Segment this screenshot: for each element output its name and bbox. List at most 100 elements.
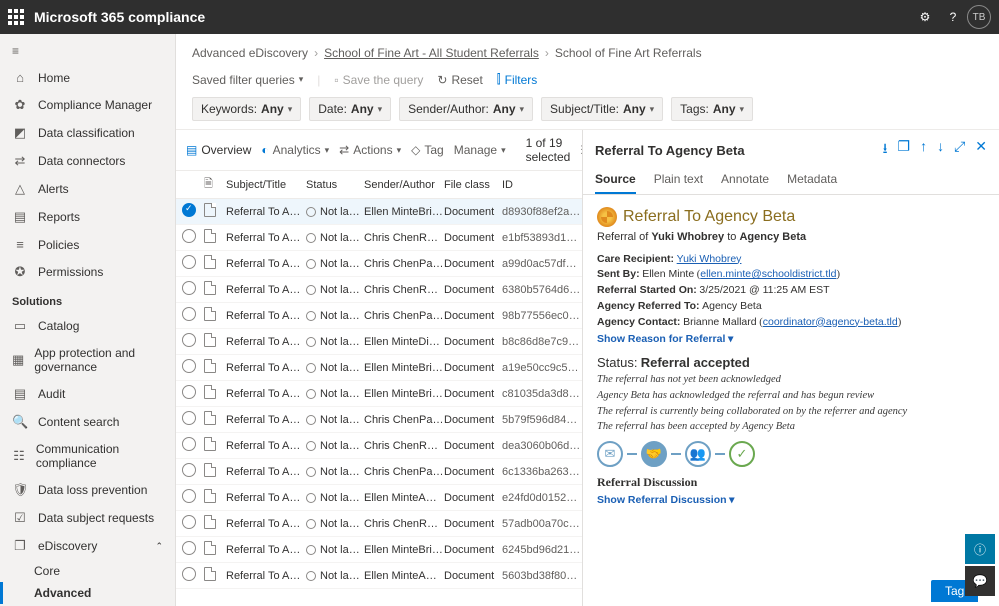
sidebar-item[interactable]: ✪Permissions [0, 258, 175, 286]
column-author[interactable]: Sender/Author [364, 179, 444, 191]
breadcrumb-root[interactable]: Advanced eDiscovery [192, 46, 308, 60]
sidebar-subitem[interactable]: Advanced [0, 582, 175, 604]
column-status[interactable]: Status [306, 179, 364, 191]
table-row[interactable]: Referral To Agency … Not labeled Chris C… [176, 459, 582, 485]
column-subject[interactable]: Subject/Title [226, 179, 306, 191]
document-icon [204, 567, 216, 581]
analytics-dropdown[interactable]: ◐Analytics▾ [261, 143, 329, 157]
info-fab-icon[interactable]: ⓘ [965, 534, 995, 564]
sidebar-item[interactable]: 🛡Data loss prevention [0, 476, 175, 504]
breadcrumb-case[interactable]: School of Fine Art - All Student Referra… [324, 46, 539, 60]
table-row[interactable]: Referral To Agency … Not labeled Ellen M… [176, 355, 582, 381]
settings-icon[interactable]: ⚙ [911, 3, 939, 31]
preview-tab[interactable]: Annotate [721, 166, 769, 194]
tag-button[interactable]: ◇Tag [411, 143, 444, 157]
sidebar-item[interactable]: ⌂Home [0, 64, 175, 91]
filter-pill[interactable]: Keywords: Any ▾ [192, 97, 301, 121]
row-checkbox[interactable] [182, 489, 196, 503]
cell-class: Document [444, 544, 502, 556]
table-row[interactable]: Referral To Agency … Not labeled Ellen M… [176, 329, 582, 355]
row-checkbox[interactable] [182, 307, 196, 321]
sidebar-item-ediscovery[interactable]: ❐eDiscovery ⌃ [0, 532, 175, 560]
account-avatar[interactable]: TB [967, 5, 991, 29]
filter-pill[interactable]: Date: Any ▾ [309, 97, 391, 121]
filter-pill[interactable]: Subject/Title: Any ▾ [541, 97, 663, 121]
preview-tab[interactable]: Source [595, 166, 636, 194]
row-checkbox[interactable] [182, 255, 196, 269]
overview-button[interactable]: ▤Overview [186, 143, 251, 157]
table-row[interactable]: Referral To Agency … Not labeled Ellen M… [176, 199, 582, 225]
row-checkbox[interactable] [182, 541, 196, 555]
row-checkbox[interactable] [182, 281, 196, 295]
sidebar-item[interactable]: ☑Data subject requests [0, 504, 175, 532]
saved-queries-dropdown[interactable]: Saved filter queries▾ [192, 73, 303, 87]
help-icon[interactable]: ? [939, 3, 967, 31]
sidebar-item[interactable]: ▤Audit [0, 380, 175, 408]
filter-pill[interactable]: Sender/Author: Any ▾ [399, 97, 533, 121]
table-row[interactable]: Referral To Agency … Not labeled Ellen M… [176, 381, 582, 407]
sidebar-item[interactable]: ▭Catalog [0, 312, 175, 340]
sidebar-collapse-icon[interactable]: ≡ [0, 38, 175, 64]
sidebar-subitem[interactable]: Core [0, 560, 175, 582]
sender-email-link[interactable]: ellen.minte@schooldistrict.tld [700, 268, 836, 280]
table-row[interactable]: Referral To Agency Y… Not labeled Chris … [176, 511, 582, 537]
row-checkbox[interactable] [182, 385, 196, 399]
cell-id: 5603bd38f80535be [502, 570, 582, 582]
row-checkbox[interactable] [182, 229, 196, 243]
show-discussion-link[interactable]: Show Referral Discussion ▾ [597, 493, 734, 509]
contact-email-link[interactable]: coordinator@agency-beta.tld [763, 316, 898, 328]
sidebar-item[interactable]: ☷Communication compliance [0, 436, 175, 476]
table-row[interactable]: Referral To Agency … Not labeled Chris C… [176, 433, 582, 459]
row-checkbox[interactable] [182, 333, 196, 347]
table-row[interactable]: Referral To Agency … Not labeled Chris C… [176, 407, 582, 433]
cell-id: 5b79f596d84ba9d [502, 414, 582, 426]
row-checkbox[interactable] [182, 515, 196, 529]
sidebar-item[interactable]: ▦App protection and governance [0, 340, 175, 380]
column-fileclass[interactable]: File class [444, 179, 502, 191]
cell-id: a99d0ac57dfa847 [502, 258, 582, 270]
table-row[interactable]: Referral To Agency Y… Not labeled Ellen … [176, 485, 582, 511]
sidebar-item-label: Data subject requests [38, 511, 154, 525]
preview-tab[interactable]: Plain text [654, 166, 703, 194]
table-row[interactable]: Referral To Agency … Not labeled Chris C… [176, 251, 582, 277]
sidebar-item[interactable]: △Alerts [0, 175, 175, 203]
sidebar-item[interactable]: ◩Data classification [0, 119, 175, 147]
app-launcher-icon[interactable] [8, 9, 24, 25]
cell-class: Document [444, 206, 502, 218]
download-icon[interactable]: ⭳ [883, 138, 888, 162]
close-icon[interactable]: ✕ [975, 138, 987, 162]
table-row[interactable]: Referral To Agency Y… Not labeled Ellen … [176, 563, 582, 589]
row-checkbox[interactable] [182, 203, 196, 217]
sidebar-item[interactable]: ▤Reports [0, 203, 175, 231]
new-window-icon[interactable]: ❐ [898, 138, 911, 162]
table-row[interactable]: Referral To Agency … Not labeled Chris C… [176, 225, 582, 251]
expand-icon[interactable]: ⤢ [954, 138, 965, 162]
manage-dropdown[interactable]: Manage▾ [454, 143, 506, 157]
care-recipient-link[interactable]: Yuki Whobrey [677, 253, 742, 265]
feedback-fab-icon[interactable]: 💬 [965, 566, 995, 596]
filters-button[interactable]: ⫿Filters [497, 72, 538, 87]
sidebar-item[interactable]: ⇄Data connectors [0, 147, 175, 175]
next-item-icon[interactable]: ↓ [937, 138, 944, 162]
table-row[interactable]: Referral To Agency Y… Not labeled Ellen … [176, 537, 582, 563]
show-reason-link[interactable]: Show Reason for Referral ▾ [597, 332, 733, 348]
table-row[interactable]: Referral To Agency … Not labeled Chris C… [176, 303, 582, 329]
sidebar-item[interactable]: ≡Policies [0, 231, 175, 258]
sidebar-item[interactable]: 🔍Content search [0, 408, 175, 436]
row-checkbox[interactable] [182, 359, 196, 373]
filter-pill[interactable]: Tags: Any ▾ [671, 97, 753, 121]
preview-tab[interactable]: Metadata [787, 166, 837, 194]
save-query-button[interactable]: ▫Save the query [334, 73, 423, 87]
table-row[interactable]: Referral To Agency … Not labeled Chris C… [176, 277, 582, 303]
reset-button[interactable]: ↻Reset [437, 73, 482, 87]
actions-dropdown[interactable]: ⇄Actions▾ [339, 143, 401, 157]
prev-item-icon[interactable]: ↑ [920, 138, 927, 162]
filter-pills: Keywords: Any ▾ Date: Any ▾ Sender/Author:… [176, 93, 999, 129]
row-checkbox[interactable] [182, 567, 196, 581]
row-checkbox[interactable] [182, 411, 196, 425]
row-checkbox[interactable] [182, 437, 196, 451]
nav-icon: ◩ [12, 125, 28, 141]
column-id[interactable]: ID [502, 179, 582, 191]
sidebar-item[interactable]: ✿Compliance Manager [0, 91, 175, 119]
row-checkbox[interactable] [182, 463, 196, 477]
